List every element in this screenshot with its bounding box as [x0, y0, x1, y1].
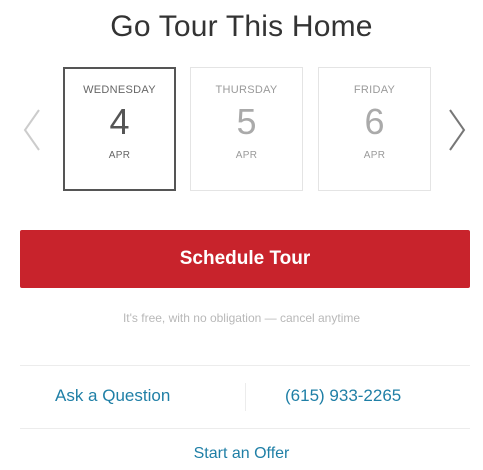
no-obligation-note: It's free, with no obligation — cancel a… — [122, 311, 361, 325]
date-day-number: 6 — [364, 101, 385, 142]
date-day-of-week: THURSDAY — [215, 84, 278, 96]
date-card-thursday[interactable]: THURSDAY 5 APR — [190, 67, 303, 191]
schedule-tour-button[interactable]: Schedule Tour — [20, 230, 470, 288]
divider — [20, 428, 470, 429]
chevron-right-icon — [449, 109, 466, 151]
date-day-number: 4 — [109, 101, 130, 142]
date-card-wednesday[interactable]: WEDNESDAY 4 APR — [63, 67, 176, 191]
next-dates-button[interactable] — [443, 100, 471, 160]
date-month: APR — [235, 150, 258, 161]
date-day-of-week: FRIDAY — [353, 84, 396, 96]
date-month: APR — [108, 150, 131, 161]
date-card-friday[interactable]: FRIDAY 6 APR — [318, 67, 431, 191]
date-day-number: 5 — [236, 101, 257, 142]
start-offer-link[interactable]: Start an Offer — [0, 445, 483, 463]
divider — [20, 365, 470, 366]
prev-dates-button[interactable] — [18, 100, 46, 160]
phone-link[interactable]: (615) 933-2265 — [285, 386, 401, 406]
vertical-divider — [245, 383, 246, 411]
ask-question-link[interactable]: Ask a Question — [55, 386, 170, 406]
date-day-of-week: WEDNESDAY — [83, 84, 156, 96]
page-title: Go Tour This Home — [110, 10, 373, 43]
date-month: APR — [363, 150, 386, 161]
chevron-left-icon — [23, 109, 40, 151]
